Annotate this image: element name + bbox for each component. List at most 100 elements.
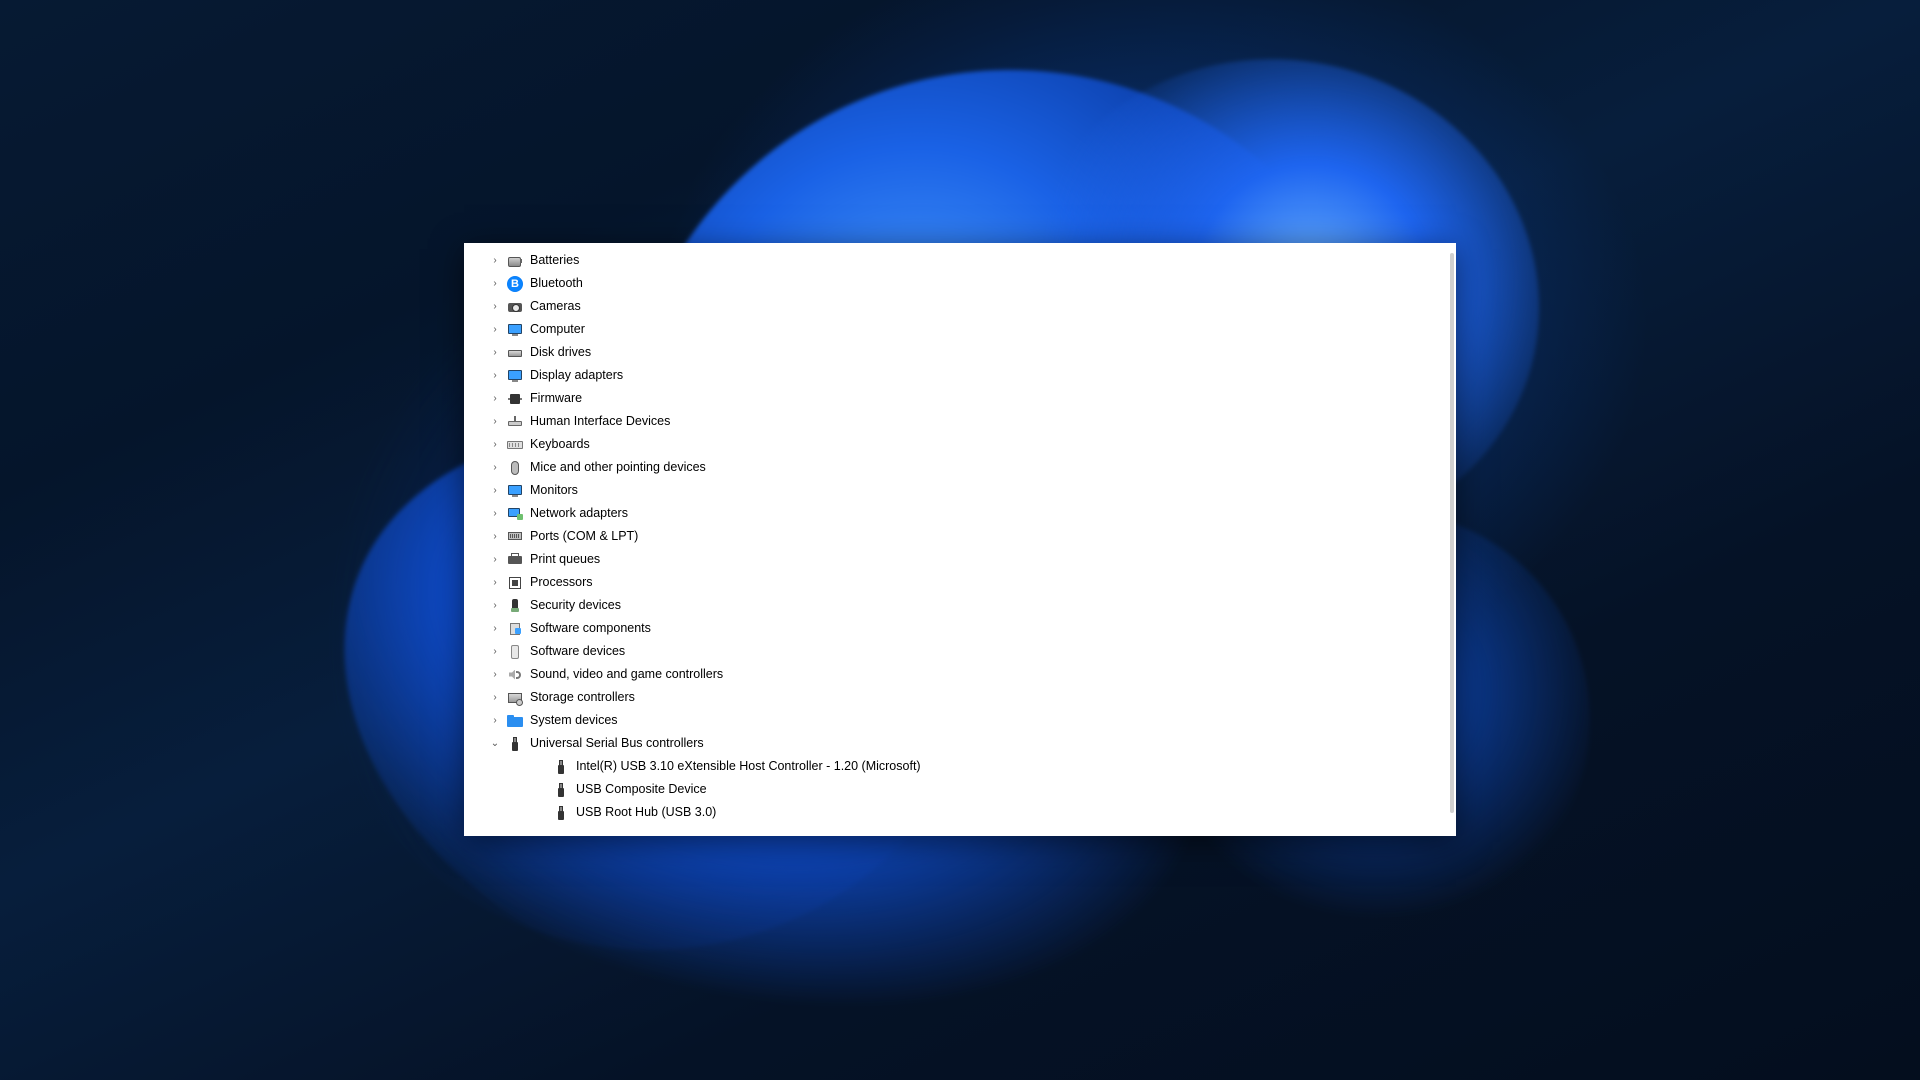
expand-toggle-icon[interactable]: ›: [488, 433, 502, 456]
folder-icon: [506, 712, 524, 730]
category-label: Mice and other pointing devices: [530, 456, 706, 479]
device-manager-window: › Batteries › Bluetooth › Cameras › Computer › Di…: [464, 243, 1456, 836]
disk-icon: [506, 344, 524, 362]
category-ports-com-lpt[interactable]: › Ports (COM & LPT): [488, 525, 1456, 548]
category-cameras[interactable]: › Cameras: [488, 295, 1456, 318]
category-print-queues[interactable]: › Print queues: [488, 548, 1456, 571]
device-item-label: USB Composite Device: [576, 778, 707, 801]
usb-icon: [552, 758, 570, 776]
category-label: Batteries: [530, 249, 579, 272]
monitor-icon: [506, 321, 524, 339]
category-label: Software devices: [530, 640, 625, 663]
expand-toggle-icon[interactable]: ›: [488, 249, 502, 272]
category-label: Software components: [530, 617, 651, 640]
network-icon: [506, 505, 524, 523]
category-monitors[interactable]: › Monitors: [488, 479, 1456, 502]
category-label: Firmware: [530, 387, 582, 410]
expand-toggle-icon[interactable]: ›: [488, 663, 502, 686]
category-keyboards[interactable]: › Keyboards: [488, 433, 1456, 456]
category-storage-controllers[interactable]: › Storage controllers: [488, 686, 1456, 709]
category-label: Network adapters: [530, 502, 628, 525]
security-icon: [506, 597, 524, 615]
category-label: Display adapters: [530, 364, 623, 387]
category-universal-serial-bus-controllers[interactable]: ⌄ Universal Serial Bus controllers: [488, 732, 1456, 755]
category-label: Print queues: [530, 548, 600, 571]
keyboard-icon: [506, 436, 524, 454]
category-human-interface-devices[interactable]: › Human Interface Devices: [488, 410, 1456, 433]
expand-toggle-icon[interactable]: ›: [488, 387, 502, 410]
bluetooth-icon: [506, 275, 524, 293]
expand-toggle-icon[interactable]: ›: [488, 341, 502, 364]
category-display-adapters[interactable]: › Display adapters: [488, 364, 1456, 387]
category-security-devices[interactable]: › Security devices: [488, 594, 1456, 617]
device-item-label: Intel(R) USB 3.10 eXtensible Host Contro…: [576, 755, 921, 778]
category-software-devices[interactable]: › Software devices: [488, 640, 1456, 663]
expand-toggle-icon[interactable]: ›: [488, 410, 502, 433]
expand-toggle-icon[interactable]: ›: [488, 571, 502, 594]
monitor-icon: [506, 367, 524, 385]
category-label: Disk drives: [530, 341, 591, 364]
category-label: Processors: [530, 571, 593, 594]
expand-toggle-icon[interactable]: ›: [488, 525, 502, 548]
printer-icon: [506, 551, 524, 569]
sound-icon: [506, 666, 524, 684]
category-label: Computer: [530, 318, 585, 341]
expand-toggle-icon[interactable]: ›: [488, 272, 502, 295]
expand-toggle-icon[interactable]: ›: [488, 295, 502, 318]
camera-icon: [506, 298, 524, 316]
storage-icon: [506, 689, 524, 707]
usb-icon: [552, 804, 570, 822]
category-label: Bluetooth: [530, 272, 583, 295]
category-bluetooth[interactable]: › Bluetooth: [488, 272, 1456, 295]
category-disk-drives[interactable]: › Disk drives: [488, 341, 1456, 364]
device-item-intel-r-usb-3-10-extensible-host-controller-1-20-microsoft[interactable]: Intel(R) USB 3.10 eXtensible Host Contro…: [488, 755, 1456, 778]
category-label: System devices: [530, 709, 618, 732]
swdev-icon: [506, 643, 524, 661]
category-system-devices[interactable]: › System devices: [488, 709, 1456, 732]
swcomp-icon: [506, 620, 524, 638]
category-sound-video-and-game-controllers[interactable]: › Sound, video and game controllers: [488, 663, 1456, 686]
category-label: Monitors: [530, 479, 578, 502]
category-label: Human Interface Devices: [530, 410, 670, 433]
category-batteries[interactable]: › Batteries: [488, 249, 1456, 272]
category-label: Storage controllers: [530, 686, 635, 709]
vertical-scrollbar[interactable]: [1450, 253, 1454, 813]
category-label: Universal Serial Bus controllers: [530, 732, 704, 755]
device-tree-pane[interactable]: › Batteries › Bluetooth › Cameras › Computer › Di…: [464, 243, 1456, 836]
category-processors[interactable]: › Processors: [488, 571, 1456, 594]
category-label: Security devices: [530, 594, 621, 617]
category-label: Keyboards: [530, 433, 590, 456]
expand-toggle-icon[interactable]: ›: [488, 640, 502, 663]
category-mice-and-other-pointing-devices[interactable]: › Mice and other pointing devices: [488, 456, 1456, 479]
expand-toggle-icon[interactable]: ›: [488, 686, 502, 709]
mouse-icon: [506, 459, 524, 477]
cpu-icon: [506, 574, 524, 592]
category-network-adapters[interactable]: › Network adapters: [488, 502, 1456, 525]
expand-toggle-icon[interactable]: ›: [488, 318, 502, 341]
usb-icon: [506, 735, 524, 753]
expand-toggle-icon[interactable]: ›: [488, 548, 502, 571]
usb-icon: [552, 781, 570, 799]
monitor-icon: [506, 482, 524, 500]
expand-toggle-icon[interactable]: ›: [488, 617, 502, 640]
category-software-components[interactable]: › Software components: [488, 617, 1456, 640]
hid-icon: [506, 413, 524, 431]
port-icon: [506, 528, 524, 546]
chip-icon: [506, 390, 524, 408]
category-firmware[interactable]: › Firmware: [488, 387, 1456, 410]
desktop-wallpaper: › Batteries › Bluetooth › Cameras › Computer › Di…: [0, 0, 1920, 1080]
category-label: Sound, video and game controllers: [530, 663, 723, 686]
expand-toggle-icon[interactable]: ›: [488, 456, 502, 479]
collapse-toggle-icon[interactable]: ⌄: [488, 732, 502, 755]
device-item-usb-root-hub-usb-3-0[interactable]: USB Root Hub (USB 3.0): [488, 801, 1456, 824]
expand-toggle-icon[interactable]: ›: [488, 479, 502, 502]
expand-toggle-icon[interactable]: ›: [488, 502, 502, 525]
device-item-label: USB Root Hub (USB 3.0): [576, 801, 716, 824]
expand-toggle-icon[interactable]: ›: [488, 594, 502, 617]
category-label: Ports (COM & LPT): [530, 525, 638, 548]
category-label: Cameras: [530, 295, 581, 318]
expand-toggle-icon[interactable]: ›: [488, 364, 502, 387]
category-computer[interactable]: › Computer: [488, 318, 1456, 341]
device-item-usb-composite-device[interactable]: USB Composite Device: [488, 778, 1456, 801]
expand-toggle-icon[interactable]: ›: [488, 709, 502, 732]
